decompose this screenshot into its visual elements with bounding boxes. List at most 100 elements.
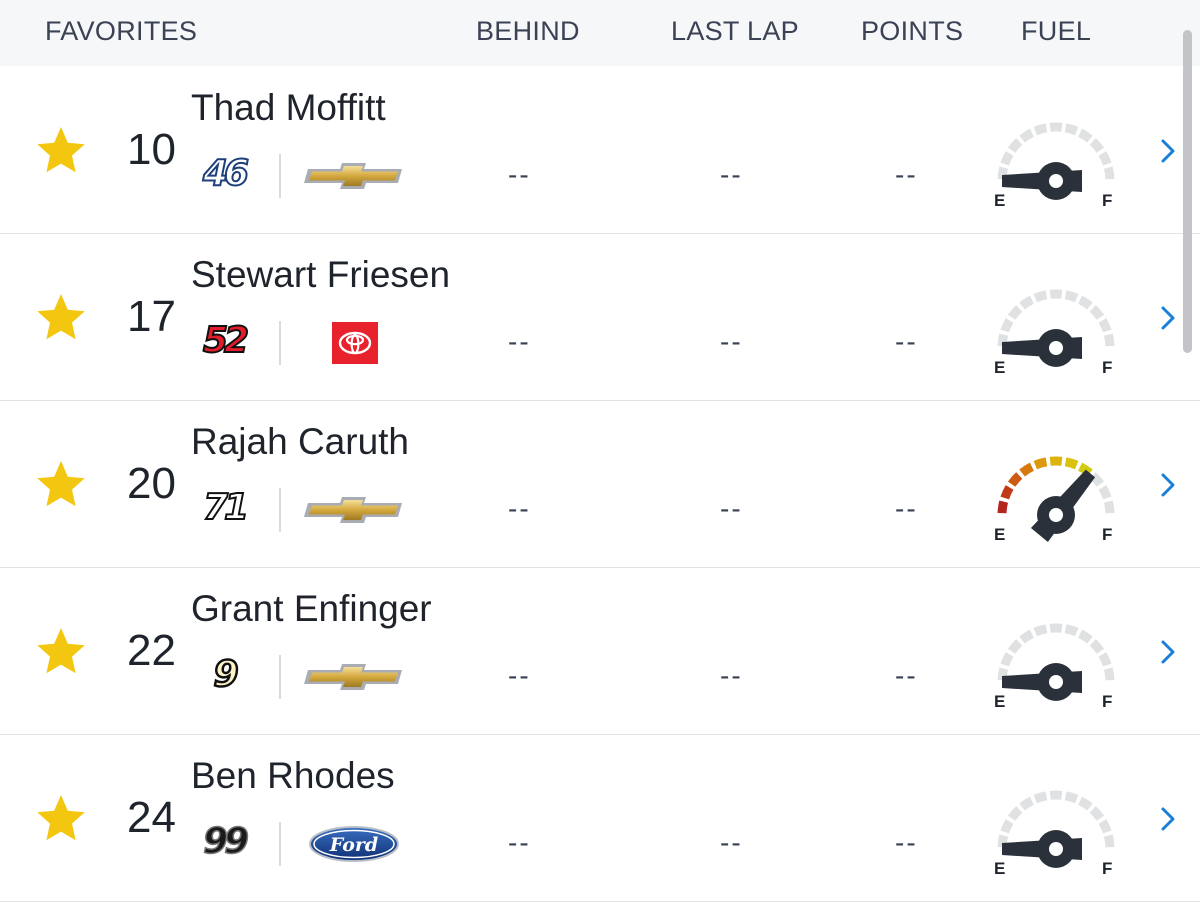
star-icon[interactable] xyxy=(35,625,87,677)
divider xyxy=(279,655,281,699)
points-value: -- xyxy=(895,159,918,191)
position-number: 17 xyxy=(127,292,176,342)
fuel-gauge-segment xyxy=(1080,300,1090,306)
fuel-gauge-segment xyxy=(1035,462,1046,465)
fuel-gauge-segment xyxy=(1066,462,1077,465)
driver-name: Thad Moffitt xyxy=(191,87,386,129)
fuel-gauge-segment xyxy=(1102,487,1107,498)
chevrolet-logo xyxy=(302,155,406,197)
chevron-right-icon[interactable] xyxy=(1157,638,1179,666)
driver-row[interactable]: 24 Ben Rhodes 99 Ford -- -- -- E F xyxy=(0,735,1200,902)
favorites-header[interactable]: FAVORITES xyxy=(45,16,197,47)
gauge-full-label: F xyxy=(1102,358,1112,377)
fuel-gauge-icon: E F xyxy=(986,435,1124,545)
driver-row[interactable]: 22 Grant Enfinger 9 -- -- -- E F xyxy=(0,568,1200,735)
last-lap-value: -- xyxy=(720,660,743,692)
toyota-logo xyxy=(302,322,406,364)
fuel-gauge-segment xyxy=(1108,335,1110,347)
points-header[interactable]: POINTS xyxy=(861,16,963,47)
fuel-gauge-segment xyxy=(1022,634,1032,640)
fuel-gauge-segment xyxy=(1012,809,1020,818)
car-number-logo: 46 xyxy=(193,155,255,193)
fuel-gauge-segment xyxy=(1093,141,1101,150)
fuel-gauge-segment xyxy=(1108,168,1110,180)
scrollbar[interactable] xyxy=(1183,30,1192,353)
fuel-gauge-segment xyxy=(1035,128,1046,131)
fuel-gauge-segment xyxy=(1108,669,1110,681)
fuel-gauge-segment xyxy=(1035,295,1046,298)
divider xyxy=(279,822,281,866)
fuel-gauge-icon: E F xyxy=(986,101,1124,211)
gauge-full-label: F xyxy=(1102,525,1112,544)
position-number: 22 xyxy=(127,626,176,676)
fuel-gauge-segment xyxy=(1080,634,1090,640)
last-lap-value: -- xyxy=(720,827,743,859)
star-icon[interactable] xyxy=(35,291,87,343)
fuel-gauge-segment xyxy=(1035,629,1046,632)
fuel-gauge-segment xyxy=(1005,153,1010,164)
leaderboard-header: FAVORITES BEHIND LAST LAP POINTS FUEL xyxy=(0,0,1200,66)
driver-name: Grant Enfinger xyxy=(191,588,432,630)
position-number: 24 xyxy=(127,793,176,843)
star-icon[interactable] xyxy=(35,458,87,510)
fuel-gauge-segment xyxy=(1080,133,1090,139)
chevron-right-icon[interactable] xyxy=(1157,471,1179,499)
driver-row[interactable]: 10 Thad Moffitt 46 -- -- -- E F xyxy=(0,67,1200,234)
fuel-gauge-segment xyxy=(1005,320,1010,331)
position-number: 10 xyxy=(127,125,176,175)
fuel-gauge-segment xyxy=(1066,796,1077,799)
ford-logo: Ford xyxy=(302,823,406,865)
position-number: 20 xyxy=(127,459,176,509)
chevron-right-icon[interactable] xyxy=(1157,805,1179,833)
last-lap-header[interactable]: LAST LAP xyxy=(671,16,799,47)
svg-text:Ford: Ford xyxy=(329,834,378,856)
fuel-gauge-segment xyxy=(1108,836,1110,848)
behind-value: -- xyxy=(508,660,531,692)
last-lap-value: -- xyxy=(720,493,743,525)
gauge-empty-label: E xyxy=(994,859,1005,878)
chevron-right-icon[interactable] xyxy=(1157,304,1179,332)
car-number-logo: 71 xyxy=(193,489,255,527)
fuel-gauge-icon: E F xyxy=(986,268,1124,378)
driver-row[interactable]: 17 Stewart Friesen 52 -- -- -- E F xyxy=(0,234,1200,401)
behind-value: -- xyxy=(508,159,531,191)
gauge-full-label: F xyxy=(1102,859,1112,878)
gauge-empty-label: E xyxy=(994,525,1005,544)
fuel-gauge-segment xyxy=(1012,141,1020,150)
points-value: -- xyxy=(895,827,918,859)
fuel-gauge-segment xyxy=(1002,502,1004,514)
fuel-gauge-segment xyxy=(1005,654,1010,665)
fuel-gauge-segment xyxy=(1093,809,1101,818)
fuel-gauge-segment xyxy=(1022,300,1032,306)
fuel-gauge-segment xyxy=(1012,308,1020,317)
fuel-gauge-segment xyxy=(1012,475,1020,484)
fuel-gauge-segment xyxy=(1102,320,1107,331)
fuel-gauge-segment xyxy=(1066,128,1077,131)
star-icon[interactable] xyxy=(35,124,87,176)
chevrolet-logo xyxy=(302,489,406,531)
points-value: -- xyxy=(895,660,918,692)
chevron-right-icon[interactable] xyxy=(1157,137,1179,165)
behind-value: -- xyxy=(508,326,531,358)
fuel-gauge-segment xyxy=(1035,796,1046,799)
driver-row[interactable]: 20 Rajah Caruth 71 -- -- -- E F xyxy=(0,401,1200,568)
gauge-full-label: F xyxy=(1102,191,1112,210)
fuel-gauge-segment xyxy=(1093,308,1101,317)
star-icon[interactable] xyxy=(35,792,87,844)
car-number-logo: 99 xyxy=(193,823,255,861)
last-lap-value: -- xyxy=(720,326,743,358)
behind-header[interactable]: BEHIND xyxy=(476,16,580,47)
fuel-gauge-segment xyxy=(1022,801,1032,807)
fuel-gauge-segment xyxy=(1022,467,1032,473)
divider xyxy=(279,488,281,532)
fuel-gauge-segment xyxy=(1093,642,1101,651)
fuel-gauge-segment xyxy=(1102,821,1107,832)
fuel-header[interactable]: FUEL xyxy=(1021,16,1091,47)
last-lap-value: -- xyxy=(720,159,743,191)
fuel-gauge-segment xyxy=(1066,295,1077,298)
points-value: -- xyxy=(895,326,918,358)
behind-value: -- xyxy=(508,493,531,525)
gauge-empty-label: E xyxy=(994,692,1005,711)
driver-name: Rajah Caruth xyxy=(191,421,409,463)
fuel-gauge-segment xyxy=(1080,801,1090,807)
